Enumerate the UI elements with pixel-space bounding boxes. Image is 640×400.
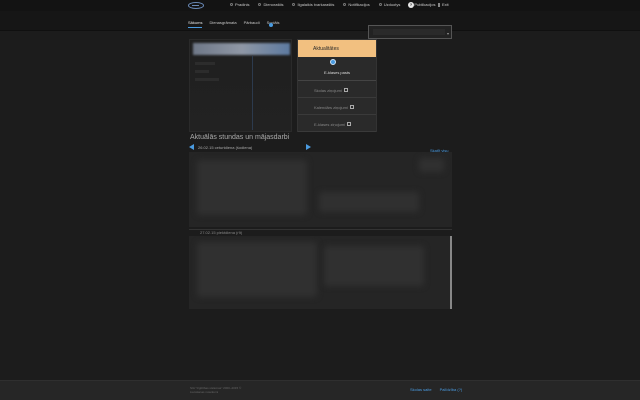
top-navigation-bar: Pradinis Dienoraštis Ilgalaikis tvarkara… (0, 0, 640, 11)
blurred-content (197, 160, 307, 215)
bell-icon (343, 3, 347, 6)
image-header-band (193, 43, 290, 55)
image-detail (252, 56, 253, 130)
nav-item-notifications[interactable]: Notifikacijos (343, 2, 370, 7)
nav-item-tasks[interactable]: Uzduotys (378, 2, 400, 7)
eye-icon (347, 122, 352, 126)
menu-item-calendar-messages[interactable]: Kalendārs ziņojumi (298, 98, 376, 115)
image-detail (195, 62, 215, 65)
school-site-link[interactable]: Skolas saite (410, 387, 432, 392)
nav-item-home[interactable]: Pradinis (230, 2, 249, 7)
help-link[interactable]: Palīdzība (?) (440, 387, 463, 392)
previous-day-icon[interactable] (189, 144, 194, 150)
envelope-icon (343, 88, 348, 92)
copyright: SIA "Izglītības sistēmas" 2000–2015 © Li… (190, 386, 242, 394)
lessons-panel (189, 152, 452, 227)
logo-icon[interactable] (188, 2, 204, 9)
calendar-icon (349, 105, 354, 109)
nav-item-diary[interactable]: Dienoraštis (258, 2, 283, 7)
main-menu: Pradinis Dienoraštis Ilgalaikis tvarkara… (230, 2, 436, 7)
tab-diary[interactable]: Dienasgrāmata (209, 20, 236, 28)
image-detail (195, 78, 219, 81)
profile-image (189, 39, 292, 132)
tasks-icon (378, 3, 382, 6)
next-day-icon[interactable] (306, 144, 312, 150)
next-day-label: 27.02.15 piektdiena (rīt) (200, 230, 243, 235)
exit-button[interactable]: Exit (438, 2, 449, 7)
blurred-content (324, 246, 424, 286)
footer: SIA "Izglītības sistēmas" 2000–2015 © Li… (0, 380, 640, 400)
menu-item-eklase-messages[interactable]: E-klases ziņojumi (298, 115, 376, 132)
nav-item-schedule[interactable]: Ilgalaikis tvarkaraštis (292, 2, 334, 7)
mail-icon (330, 59, 336, 65)
menu-item-news[interactable]: Aktualitātes (298, 40, 376, 57)
student-select[interactable]: ▾ (368, 25, 452, 39)
help-icon[interactable]: ? (408, 2, 414, 8)
chevron-down-icon[interactable]: ▾ (447, 31, 449, 36)
exit-icon (438, 2, 440, 7)
news-menu: Aktualitātes E-klases pasts Skolas ziņoj… (297, 39, 377, 132)
menu-item-school-messages[interactable]: Skolas ziņojumi (298, 81, 376, 98)
tab-home[interactable]: Sākums (188, 20, 203, 28)
menu-item-email[interactable]: E-klases pasts (298, 57, 376, 81)
tab-check[interactable]: Pārbaudi (244, 20, 260, 28)
blurred-content (319, 192, 419, 212)
notification-dot-icon (269, 23, 273, 27)
blurred-content (197, 242, 317, 297)
calendar-icon (292, 3, 296, 6)
secondary-navigation-bar: Sākums Dienasgrāmata Pārbaudi Sociāls ▾ (0, 11, 640, 39)
date-range-label: 26.02.15 ceturtdiena (šodiena) (198, 144, 253, 150)
search-input[interactable] (373, 29, 445, 35)
tab-bar: Sākums Dienasgrāmata Pārbaudi Sociāls (188, 20, 280, 28)
diary-icon (258, 3, 262, 6)
home-icon (230, 3, 233, 6)
image-detail (195, 70, 209, 73)
date-navigator: 26.02.15 ceturtdiena (šodiena) (189, 144, 312, 150)
page-title: Aktuālās stundas un mājasdarbi (190, 134, 290, 141)
scrollbar[interactable] (450, 236, 452, 309)
footer-links: Skolas saite Palīdzība (?) (410, 387, 462, 392)
blurred-content (419, 158, 444, 172)
homework-panel (189, 236, 452, 309)
